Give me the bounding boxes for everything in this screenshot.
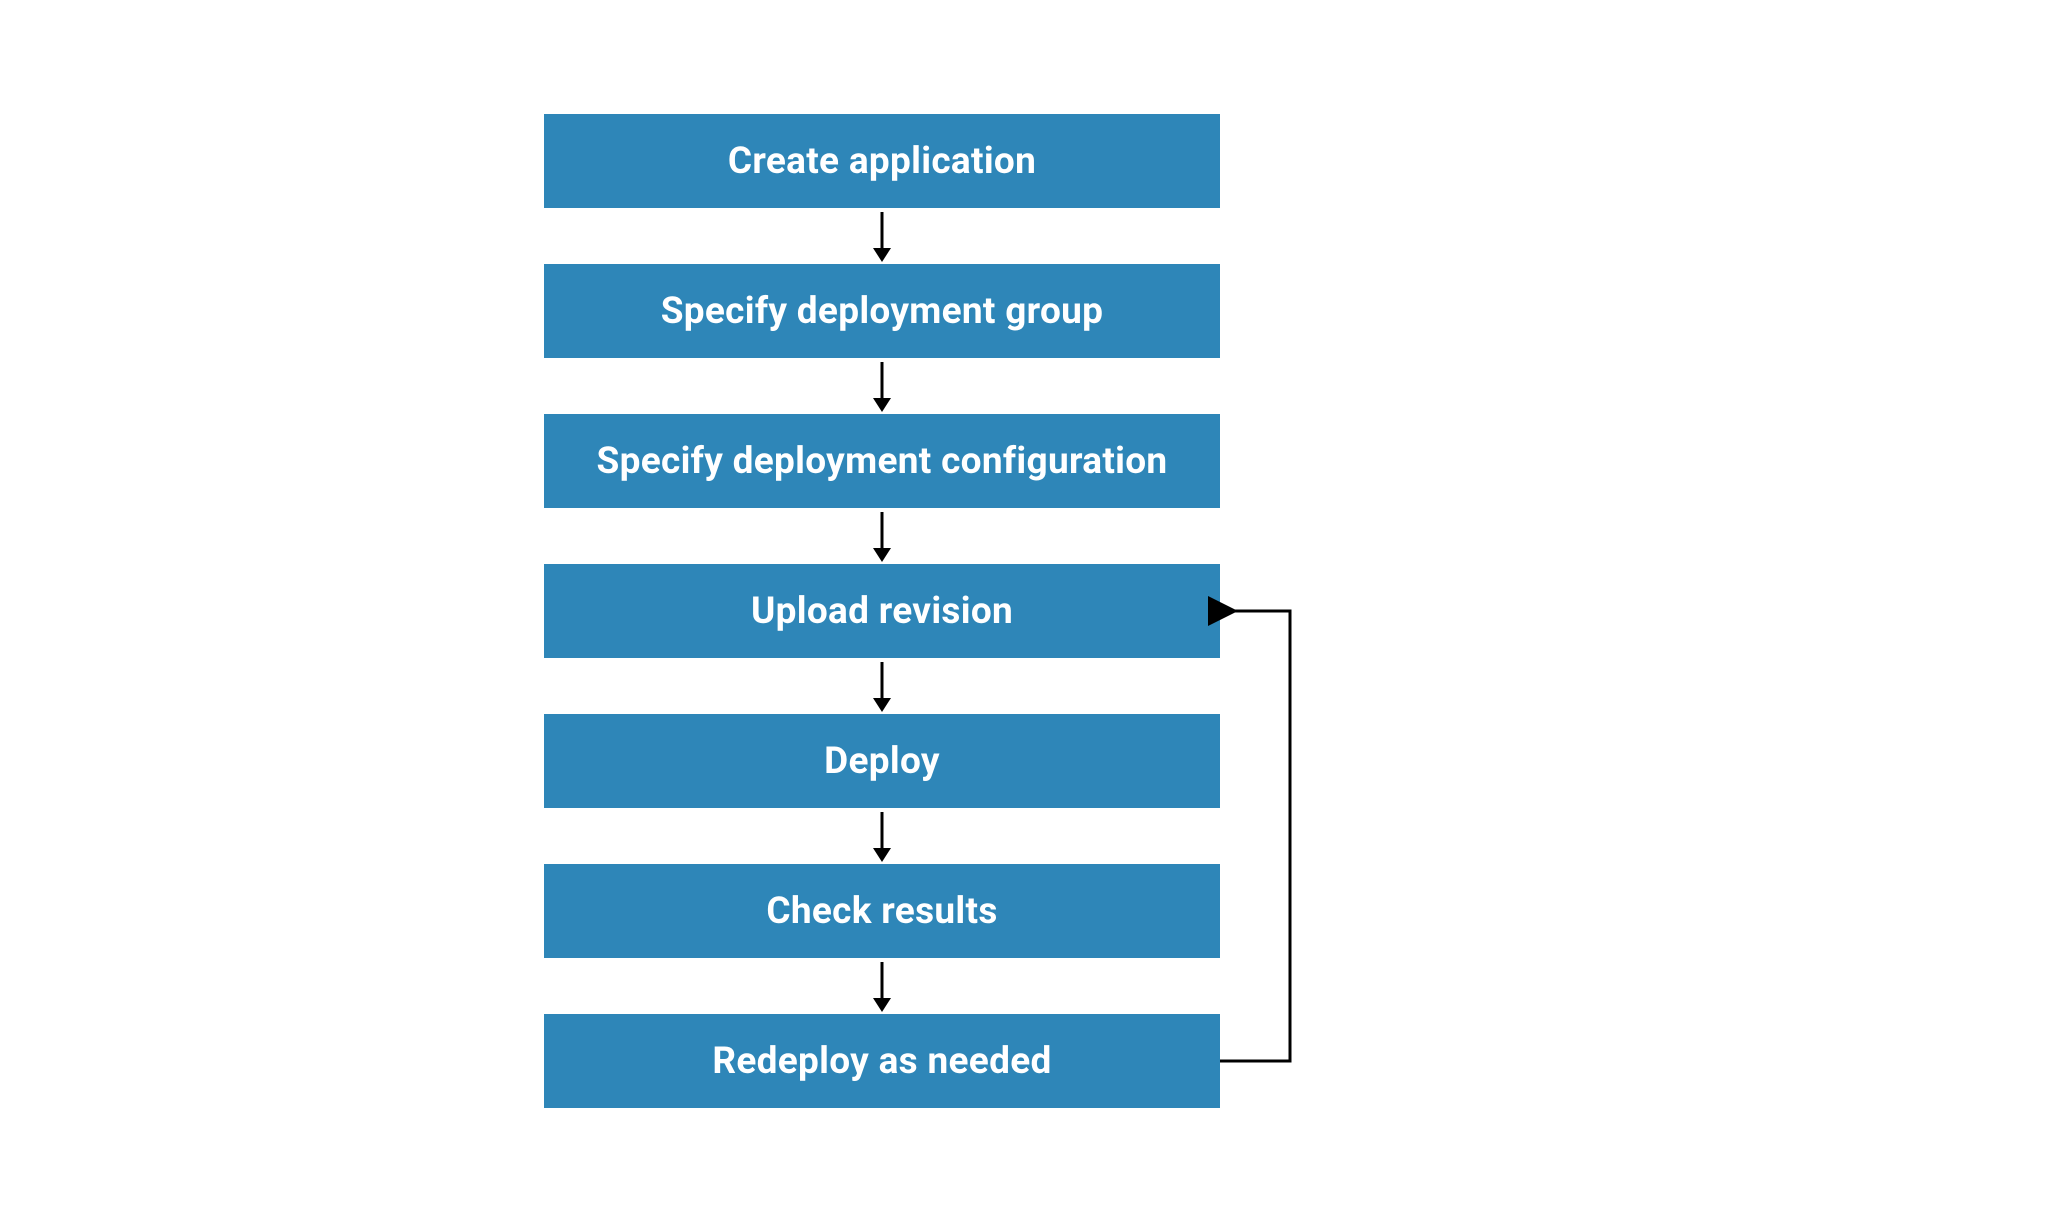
step-label: Deploy	[824, 740, 940, 783]
step-create-application: Create application	[544, 114, 1220, 208]
flowchart: Create application Specify deployment gr…	[544, 114, 1220, 1108]
step-label: Check results	[766, 890, 997, 933]
step-label: Specify deployment configuration	[597, 440, 1168, 483]
step-check-results: Check results	[544, 864, 1220, 958]
step-deploy: Deploy	[544, 714, 1220, 808]
step-upload-revision: Upload revision	[544, 564, 1220, 658]
step-label: Specify deployment group	[661, 290, 1104, 333]
step-label: Create application	[728, 140, 1036, 183]
step-specify-deployment-group: Specify deployment group	[544, 264, 1220, 358]
step-label: Upload revision	[751, 590, 1013, 633]
arrow-down-container	[544, 808, 1220, 864]
step-redeploy-as-needed: Redeploy as needed	[544, 1014, 1220, 1108]
step-label: Redeploy as needed	[712, 1040, 1051, 1083]
arrow-down-container	[544, 958, 1220, 1014]
arrow-down-container	[544, 658, 1220, 714]
arrow-down-container	[544, 508, 1220, 564]
arrow-down-container	[544, 208, 1220, 264]
step-specify-deployment-configuration: Specify deployment configuration	[544, 414, 1220, 508]
arrow-down-container	[544, 358, 1220, 414]
